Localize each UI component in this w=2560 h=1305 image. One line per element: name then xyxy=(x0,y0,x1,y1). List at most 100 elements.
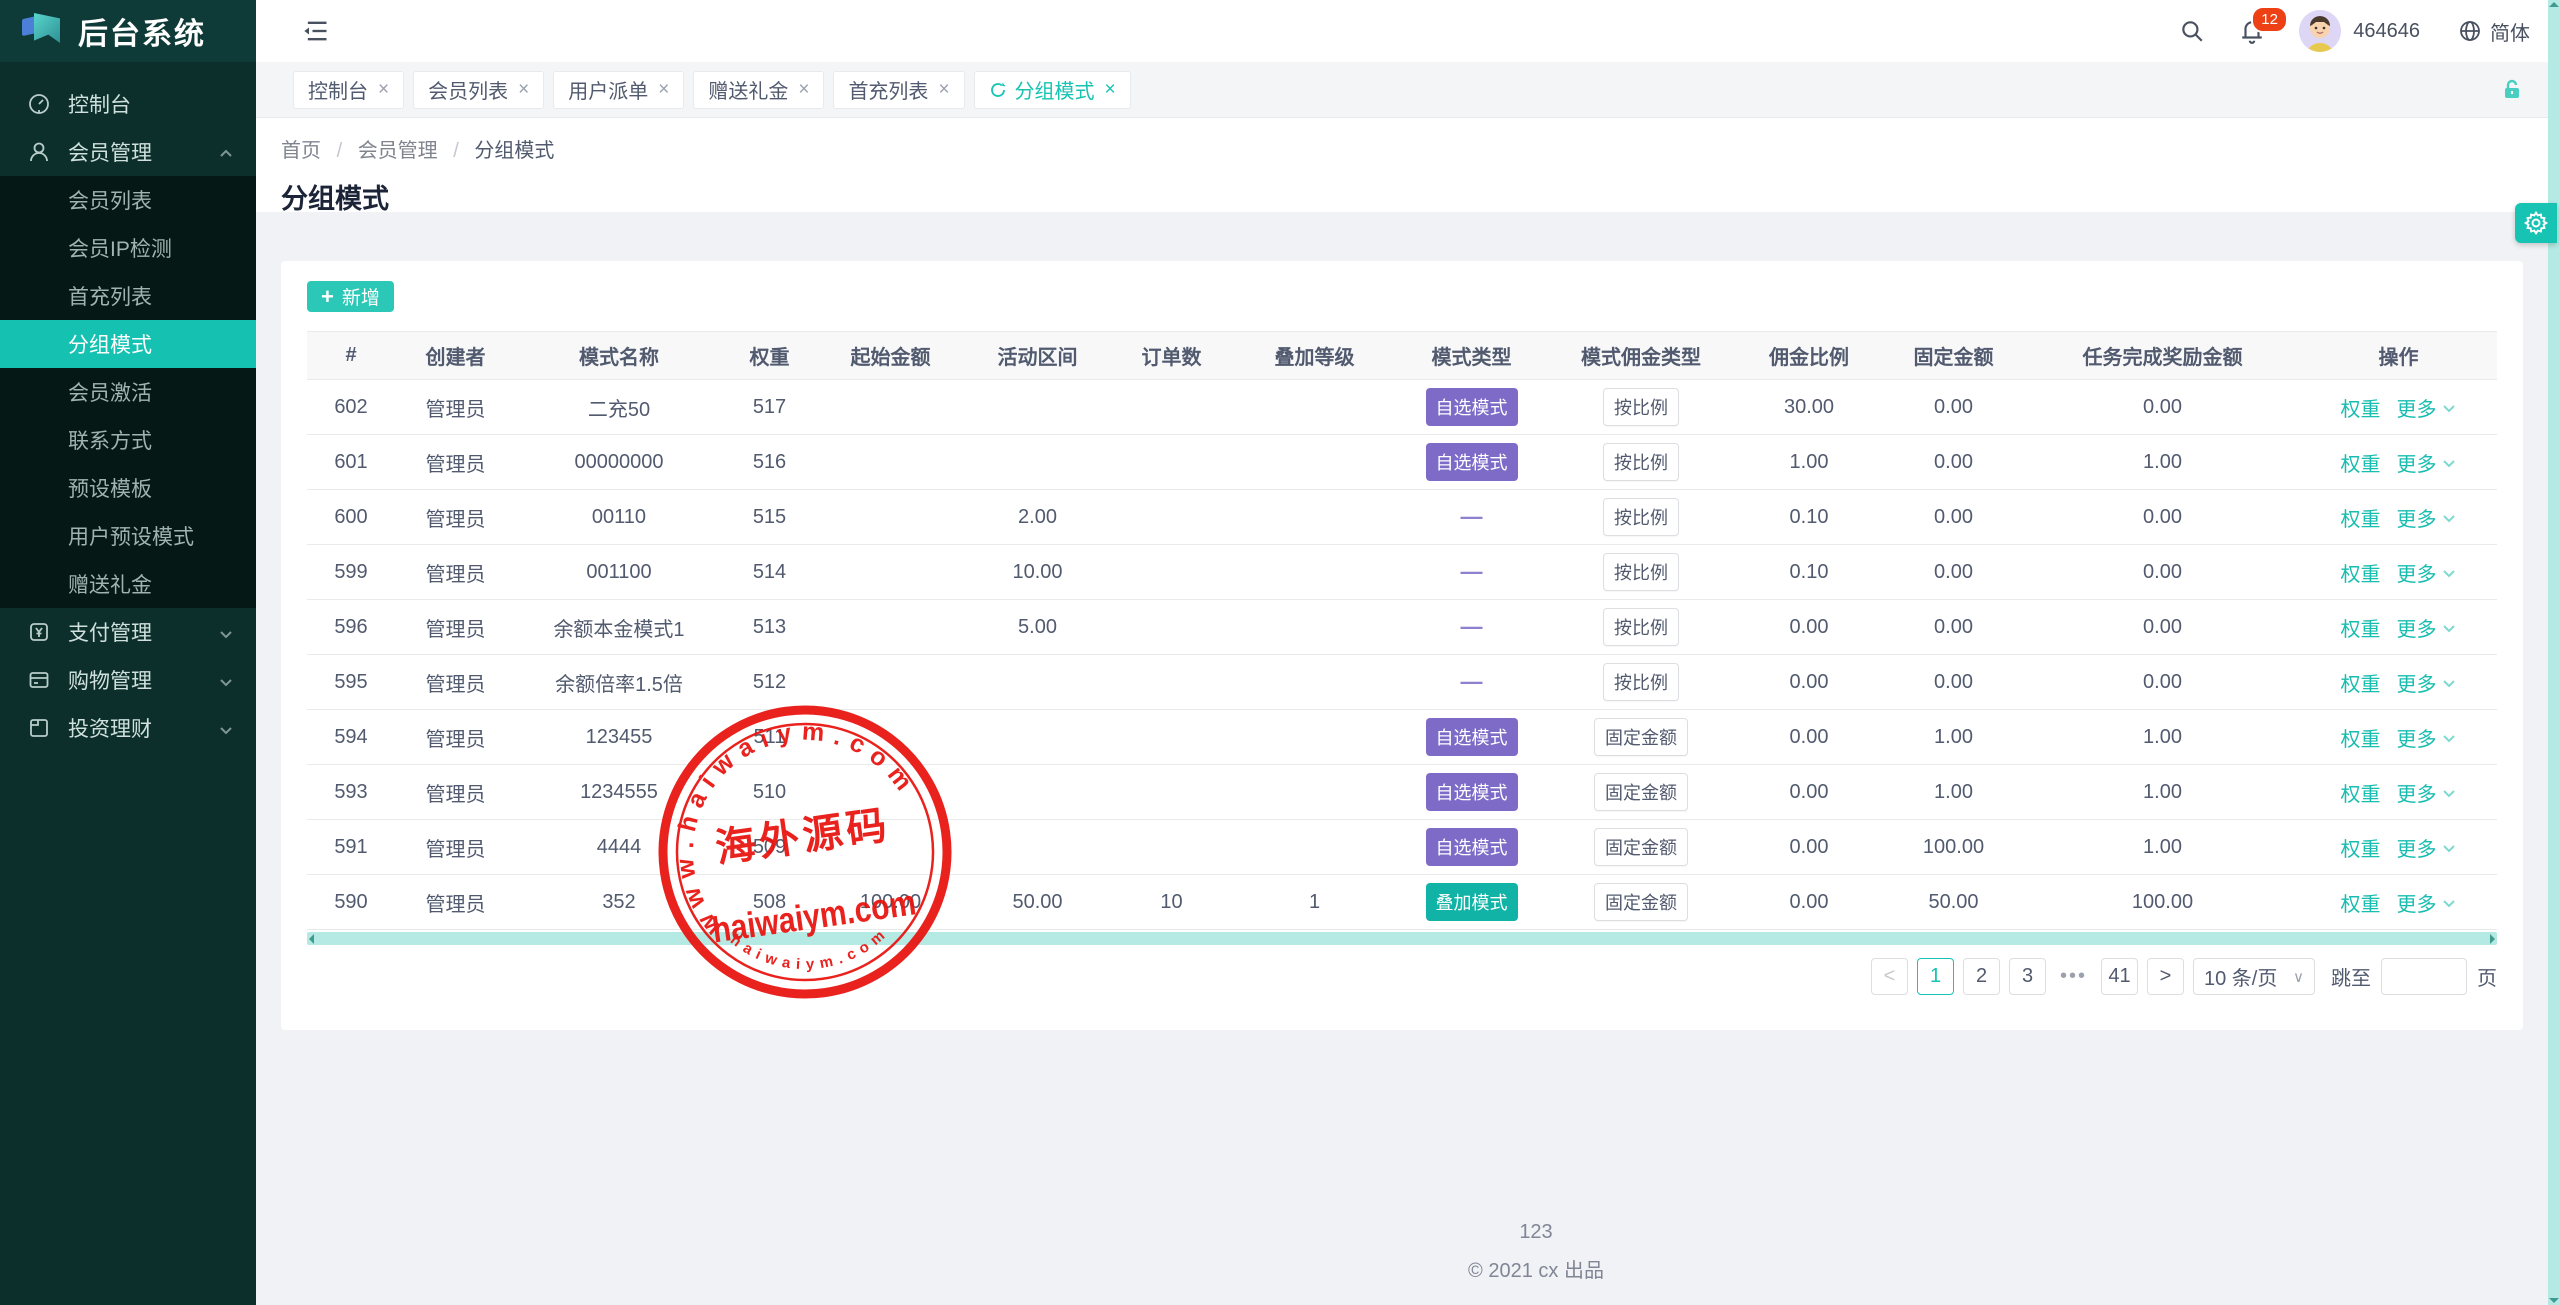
row-action-weight[interactable]: 权重 xyxy=(2341,674,2381,696)
row-action-more[interactable]: 更多 xyxy=(2397,509,2457,531)
sidebar-subitem-会员IP检测[interactable]: 会员IP检测 xyxy=(0,224,256,272)
row-action-more[interactable]: 更多 xyxy=(2397,839,2457,861)
scroll-right-arrow-icon[interactable] xyxy=(2490,934,2495,944)
cell-commission-type: 固定金额 xyxy=(1546,875,1736,930)
sidebar-subitem-赠送礼金[interactable]: 赠送礼金 xyxy=(0,560,256,608)
scroll-up-arrow-icon[interactable] xyxy=(2549,2,2559,7)
cell-actions: 权重更多 xyxy=(2300,545,2497,600)
tab-分组模式[interactable]: 分组模式× xyxy=(974,71,1131,109)
row-action-more[interactable]: 更多 xyxy=(2397,674,2457,696)
gear-icon xyxy=(2523,210,2549,236)
scroll-left-arrow-icon[interactable] xyxy=(309,934,314,944)
row-action-more[interactable]: 更多 xyxy=(2397,399,2457,421)
row-action-weight[interactable]: 权重 xyxy=(2341,729,2381,751)
tab-首充列表[interactable]: 首充列表× xyxy=(833,71,964,109)
pagination-page-41[interactable]: 41 xyxy=(2101,958,2138,995)
mode-badge: 自选模式 xyxy=(1426,443,1518,481)
jump-page-input[interactable] xyxy=(2381,958,2467,995)
language-switcher[interactable]: 简体 xyxy=(2458,17,2530,46)
lock-tabs-icon[interactable] xyxy=(2500,78,2524,107)
chevron-down-icon xyxy=(2441,894,2457,917)
notifications-bell-icon[interactable]: 12 xyxy=(2239,18,2265,44)
sidebar-subitem-分组模式[interactable]: 分组模式 xyxy=(0,320,256,368)
cell-commission-type: 固定金额 xyxy=(1546,765,1736,820)
sidebar-subitem-用户预设模式[interactable]: 用户预设模式 xyxy=(0,512,256,560)
scroll-down-arrow-icon[interactable] xyxy=(2549,1298,2559,1303)
breadcrumb-home[interactable]: 首页 xyxy=(281,140,321,162)
cell-fixed: 0.00 xyxy=(1882,600,2025,655)
row-action-weight[interactable]: 权重 xyxy=(2341,619,2381,641)
row-action-more[interactable]: 更多 xyxy=(2397,564,2457,586)
pagination-prev-button[interactable]: < xyxy=(1871,958,1908,995)
row-action-more[interactable]: 更多 xyxy=(2397,619,2457,641)
pagination-next-button[interactable]: > xyxy=(2147,958,2184,995)
tab-close-icon[interactable]: × xyxy=(518,79,529,101)
content-area: + 新增 #创建者模式名称权重起始金额活动区间订单数叠加等级模式类型模式佣金类型… xyxy=(256,212,2560,1030)
user-avatar[interactable]: 464646 xyxy=(2299,10,2420,52)
cell-commission-type: 按比例 xyxy=(1546,545,1736,600)
tab-赠送礼金[interactable]: 赠送礼金× xyxy=(693,71,824,109)
sidebar-item-购物管理[interactable]: 购物管理 xyxy=(0,656,256,704)
sidebar-item-投资理财[interactable]: 投资理财 xyxy=(0,704,256,752)
cell-name: 001100 xyxy=(516,545,722,600)
cell-actions: 权重更多 xyxy=(2300,490,2497,545)
cell-name: 4444 xyxy=(516,820,722,875)
breadcrumb-current: 分组模式 xyxy=(474,140,554,162)
row-action-more[interactable]: 更多 xyxy=(2397,894,2457,916)
cell-actions: 权重更多 xyxy=(2300,380,2497,435)
sidebar-item-支付管理[interactable]: 支付管理 xyxy=(0,608,256,656)
sidebar-item-控制台[interactable]: 控制台 xyxy=(0,80,256,128)
cell-ratio: 0.00 xyxy=(1736,655,1882,710)
cell-orders xyxy=(1111,380,1232,435)
page-size-select[interactable]: 10 条/页∨ xyxy=(2193,958,2315,995)
tab-close-icon[interactable]: × xyxy=(938,79,949,101)
tab-close-icon[interactable]: × xyxy=(798,79,809,101)
settings-gear-button[interactable] xyxy=(2515,203,2557,243)
cell-reward: 1.00 xyxy=(2025,710,2300,765)
vertical-scrollbar[interactable] xyxy=(2548,0,2560,1305)
cell-commission-type: 固定金额 xyxy=(1546,820,1736,875)
commission-chip: 按比例 xyxy=(1603,498,1679,536)
row-action-more[interactable]: 更多 xyxy=(2397,784,2457,806)
sidebar-subitem-联系方式[interactable]: 联系方式 xyxy=(0,416,256,464)
sidebar-subitem-会员列表[interactable]: 会员列表 xyxy=(0,176,256,224)
commission-chip: 固定金额 xyxy=(1594,773,1688,811)
row-action-more[interactable]: 更多 xyxy=(2397,729,2457,751)
collapse-menu-icon[interactable] xyxy=(302,17,330,45)
row-action-weight[interactable]: 权重 xyxy=(2341,894,2381,916)
pagination-page-3[interactable]: 3 xyxy=(2009,958,2046,995)
tab-close-icon[interactable]: × xyxy=(1105,79,1116,101)
cell-id: 599 xyxy=(307,545,395,600)
row-action-more[interactable]: 更多 xyxy=(2397,454,2457,476)
row-action-weight[interactable]: 权重 xyxy=(2341,784,2381,806)
sidebar-subitem-会员激活[interactable]: 会员激活 xyxy=(0,368,256,416)
sidebar-subitem-首充列表[interactable]: 首充列表 xyxy=(0,272,256,320)
pagination-page-1[interactable]: 1 xyxy=(1917,958,1954,995)
footer-note: 123 xyxy=(512,1221,2560,1244)
horizontal-scrollbar[interactable] xyxy=(307,932,2497,945)
row-action-weight[interactable]: 权重 xyxy=(2341,839,2381,861)
cell-name: 352 xyxy=(516,875,722,930)
sidebar-item-会员管理[interactable]: 会员管理 xyxy=(0,128,256,176)
tab-控制台[interactable]: 控制台× xyxy=(293,71,404,109)
plus-icon: + xyxy=(321,286,334,308)
breadcrumb-member-mgmt[interactable]: 会员管理 xyxy=(358,140,438,162)
tab-会员列表[interactable]: 会员列表× xyxy=(413,71,544,109)
tab-close-icon[interactable]: × xyxy=(378,79,389,101)
cell-orders xyxy=(1111,490,1232,545)
add-button[interactable]: + 新增 xyxy=(307,281,394,312)
page-unit-label: 页 xyxy=(2477,962,2497,991)
refresh-icon[interactable] xyxy=(989,81,1007,99)
row-action-weight[interactable]: 权重 xyxy=(2341,564,2381,586)
row-action-weight[interactable]: 权重 xyxy=(2341,509,2381,531)
tab-用户派单[interactable]: 用户派单× xyxy=(553,71,684,109)
row-action-weight[interactable]: 权重 xyxy=(2341,454,2381,476)
chevron-down-icon xyxy=(2441,784,2457,807)
tab-close-icon[interactable]: × xyxy=(658,79,669,101)
sidebar-subitem-预设模板[interactable]: 预设模板 xyxy=(0,464,256,512)
search-icon[interactable] xyxy=(2179,18,2205,44)
row-action-weight[interactable]: 权重 xyxy=(2341,399,2381,421)
chevron-down-icon xyxy=(2441,839,2457,862)
cell-fixed: 1.00 xyxy=(1882,765,2025,820)
pagination-page-2[interactable]: 2 xyxy=(1963,958,2000,995)
